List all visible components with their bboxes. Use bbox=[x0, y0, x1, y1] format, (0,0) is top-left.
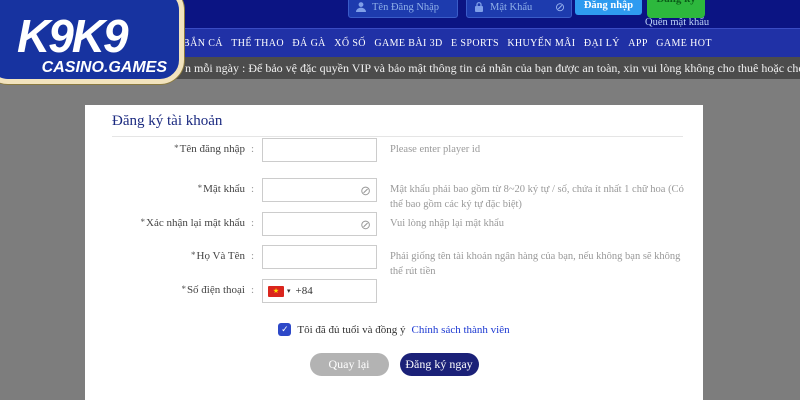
nav-item-dai-ly[interactable]: ĐẠI LÝ bbox=[584, 38, 620, 49]
phone-label: *Số điện thoại bbox=[181, 284, 245, 296]
login-button[interactable]: Đăng nhập bbox=[575, 0, 642, 15]
registration-card: Đăng ký tài khoản *Tên đăng nhập : Pleas… bbox=[85, 105, 703, 400]
header-password-field[interactable]: ⊘ bbox=[466, 0, 572, 18]
password-hint: Mật khẩu phải bao gồm từ 8~20 ký tự / số… bbox=[390, 184, 684, 211]
lock-icon bbox=[475, 1, 483, 12]
agreement-text: Tôi đã đủ tuổi và đồng ý bbox=[297, 323, 406, 336]
nav-item-game-hot[interactable]: GAME HOT bbox=[656, 38, 712, 49]
nav-item-da-ga[interactable]: ĐÁ GÀ bbox=[292, 38, 325, 49]
header-username-input[interactable] bbox=[372, 1, 451, 13]
password-field[interactable]: ⊘ bbox=[262, 178, 377, 202]
title-divider bbox=[112, 136, 683, 137]
header-username-field[interactable] bbox=[348, 0, 458, 18]
required-mark: * bbox=[181, 284, 186, 294]
password-label: *Mật khẩu bbox=[197, 183, 245, 195]
confirm-password-field[interactable]: ⊘ bbox=[262, 212, 377, 236]
required-mark: * bbox=[140, 217, 146, 227]
forgot-password-link[interactable]: Quên mật khẩu bbox=[645, 17, 709, 28]
required-mark: * bbox=[197, 183, 203, 193]
country-code-selector[interactable]: ★ ▾ bbox=[268, 285, 291, 297]
required-mark: * bbox=[174, 143, 179, 153]
back-button[interactable]: Quay lại bbox=[309, 353, 389, 376]
vietnam-flag-icon: ★ bbox=[268, 285, 284, 297]
required-mark: * bbox=[191, 250, 196, 260]
nav-item-xo-so[interactable]: XỔ SỐ bbox=[334, 38, 366, 49]
logo-sub-text: CASINO.GAMES bbox=[41, 59, 167, 76]
colon: : bbox=[251, 217, 255, 229]
nav-item-ban-ca[interactable]: BẮN CÁ bbox=[183, 38, 223, 49]
submit-register-button[interactable]: Đăng ký ngay bbox=[399, 353, 479, 376]
agreement-checkbox[interactable]: ✓ bbox=[278, 323, 292, 336]
register-button[interactable]: Đăng ký bbox=[647, 0, 705, 18]
header-password-input[interactable] bbox=[490, 1, 555, 13]
colon: : bbox=[251, 284, 255, 296]
nav-item-khuyen-mai[interactable]: KHUYẾN MÃI bbox=[507, 38, 575, 49]
confirm-password-input[interactable] bbox=[268, 218, 361, 230]
username-field[interactable] bbox=[262, 138, 377, 162]
fullname-hint: Phải giống tên tài khoản ngân hàng của b… bbox=[390, 251, 681, 278]
user-icon bbox=[356, 2, 366, 12]
phone-field[interactable]: ★ ▾ +84 bbox=[262, 279, 377, 303]
caret-down-icon: ▾ bbox=[287, 287, 291, 295]
nav-item-game-bai-3d[interactable]: GAME BÀI 3D bbox=[374, 38, 442, 49]
page-title: Đăng ký tài khoản bbox=[112, 113, 223, 129]
fullname-input[interactable] bbox=[268, 251, 371, 263]
nav-item-e-sports[interactable]: E SPORTS bbox=[451, 38, 499, 49]
nav-items: BẮN CÁ THỂ THAO ĐÁ GÀ XỔ SỐ GAME BÀI 3D … bbox=[183, 38, 712, 49]
username-input[interactable] bbox=[268, 144, 371, 156]
colon: : bbox=[251, 250, 255, 262]
member-policy-link[interactable]: Chính sách thành viên bbox=[412, 324, 510, 336]
colon: : bbox=[251, 183, 255, 195]
password-visibility-icon[interactable]: ⊘ bbox=[360, 184, 371, 197]
nav-item-app[interactable]: APP bbox=[628, 38, 648, 49]
password-input[interactable] bbox=[268, 184, 361, 196]
agreement-row: ✓ Tôi đã đủ tuổi và đồng ý Chính sách th… bbox=[85, 323, 703, 336]
fullname-field[interactable] bbox=[262, 245, 377, 269]
confirm-password-label: *Xác nhận lại mật khẩu bbox=[140, 217, 245, 229]
form-actions: Quay lại Đăng ký ngay bbox=[85, 353, 703, 376]
password-visibility-icon[interactable]: ⊘ bbox=[360, 218, 371, 231]
username-label: *Tên đăng nhập bbox=[174, 143, 245, 155]
colon: : bbox=[251, 143, 255, 155]
confirm-password-hint: Vui lòng nhập lại mật khẩu bbox=[390, 218, 504, 229]
fullname-label: *Họ Và Tên bbox=[191, 250, 245, 262]
username-hint: Please enter player id bbox=[390, 144, 481, 155]
nav-item-the-thao[interactable]: THỂ THAO bbox=[231, 38, 284, 49]
phone-input[interactable] bbox=[316, 285, 371, 297]
phone-prefix: +84 bbox=[295, 285, 313, 297]
k9k9-logo[interactable]: K9K9 CASINO.GAMES bbox=[0, 0, 184, 84]
announcement-text: n mỗi ngày : Để bảo vệ đặc quyền VIP và … bbox=[185, 60, 800, 75]
logo-main-text: K9K9 bbox=[17, 10, 129, 62]
password-visibility-icon[interactable]: ⊘ bbox=[555, 1, 565, 13]
